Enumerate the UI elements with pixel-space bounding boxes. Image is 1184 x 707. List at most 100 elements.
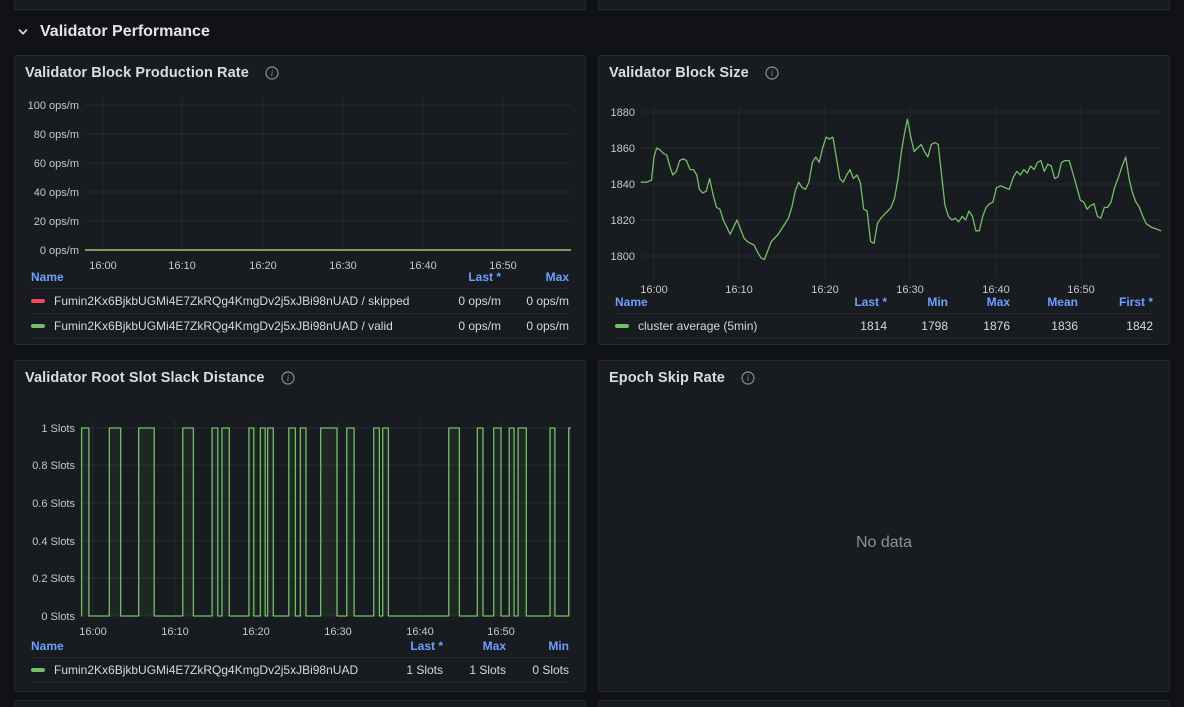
legend-value: 1836 xyxy=(1010,319,1078,333)
section-row-validator-performance[interactable]: Validator Performance xyxy=(16,22,210,42)
svg-text:i: i xyxy=(747,373,750,383)
svg-text:i: i xyxy=(286,373,289,383)
y-axis-labels: 1 Slots 0.8 Slots 0.6 Slots 0.4 Slots 0.2 Sl… xyxy=(32,423,75,623)
y-tick-label: 0.2 Slots xyxy=(32,573,75,585)
legend-col-min[interactable]: Min xyxy=(506,639,569,653)
legend-col-name[interactable]: Name xyxy=(615,295,827,309)
panel-validator-block-size: Validator Block Size i 18801860184018201… xyxy=(598,55,1170,345)
panel-header: Validator Block Size i xyxy=(599,56,1169,90)
series-name[interactable]: cluster average (5min) xyxy=(638,319,757,333)
y-tick-label: 0 Slots xyxy=(41,611,75,623)
y-tick-label: 1800 xyxy=(611,251,635,263)
y-tick-label: 40 ops/m xyxy=(34,187,79,199)
legend-col-last[interactable]: Last * xyxy=(437,270,501,284)
legend-col-max[interactable]: Max xyxy=(948,295,1010,309)
info-icon-glyph: i xyxy=(765,66,779,80)
legend-col-last[interactable]: Last * xyxy=(827,295,887,309)
y-tick-label: 60 ops/m xyxy=(34,158,79,170)
legend-root-slot-slack: NameLast *MaxMin Fumin2Kx6BjkbUGMi4E7ZkRQ… xyxy=(31,635,569,683)
legend-value: 0 ops/m xyxy=(437,319,501,333)
legend-col-name[interactable]: Name xyxy=(31,639,379,653)
series-line xyxy=(641,119,1161,259)
grafana-dashboard: Validator Performance Validator Block Pr… xyxy=(0,0,1184,707)
legend-col-name[interactable]: Name xyxy=(31,270,437,284)
info-icon[interactable]: i xyxy=(265,66,279,80)
legend-col-mean[interactable]: Mean xyxy=(1010,295,1078,309)
info-icon[interactable]: i xyxy=(281,371,295,385)
y-tick-label: 0.8 Slots xyxy=(32,460,75,472)
y-tick-label: 0.6 Slots xyxy=(32,498,75,510)
svg-text:i: i xyxy=(771,68,774,78)
y-tick-label: 1840 xyxy=(611,179,635,191)
y-axis-labels: 100 ops/m 80 ops/m 60 ops/m 40 ops/m 20 ops/… xyxy=(28,100,79,257)
y-tick-label: 1820 xyxy=(611,215,635,227)
svg-text:i: i xyxy=(271,68,274,78)
legend-col-first[interactable]: First * xyxy=(1078,295,1153,309)
legend-value: 1876 xyxy=(948,319,1010,333)
series-swatch xyxy=(615,324,629,328)
info-icon-glyph: i xyxy=(281,371,295,385)
legend-block-production-rate: NameLast *Max Fumin2Kx6BjkbUGMi4E7ZkRQg4K… xyxy=(31,266,569,339)
panel-title[interactable]: Validator Block Production Rate xyxy=(25,65,249,81)
legend-row: Fumin2Kx6BjkbUGMi4E7ZkRQg4KmgDv2j5xJBi98… xyxy=(31,657,569,683)
series-lines xyxy=(81,428,571,616)
panel-title[interactable]: Validator Root Slot Slack Distance xyxy=(25,370,265,386)
info-icon[interactable]: i xyxy=(765,66,779,80)
panel-partial-top-left xyxy=(14,0,586,10)
y-tick-label: 1880 xyxy=(611,107,635,119)
legend-row: Fumin2Kx6BjkbUGMi4E7ZkRQg4KmgDv2j5xJBi98… xyxy=(31,313,569,339)
legend-value: 1798 xyxy=(887,319,948,333)
y-tick-label: 0 ops/m xyxy=(40,245,79,257)
series-lines xyxy=(641,119,1161,259)
panel-epoch-skip-rate: Epoch Skip Rate i No data xyxy=(598,360,1170,692)
panel-title[interactable]: Epoch Skip Rate xyxy=(609,370,725,386)
y-tick-label: 100 ops/m xyxy=(28,100,79,112)
y-axis-labels: 1880 1860 1840 1820 1800 xyxy=(611,107,635,263)
legend-col-last[interactable]: Last * xyxy=(379,639,443,653)
legend-value: 0 Slots xyxy=(506,663,569,677)
legend-header: NameLast *MinMaxMeanFirst * xyxy=(615,291,1153,313)
section-title: Validator Performance xyxy=(40,23,210,41)
panel-header: Validator Root Slot Slack Distance i xyxy=(15,361,585,395)
series-swatch xyxy=(31,299,45,303)
panel-header: Epoch Skip Rate i xyxy=(599,361,1169,395)
info-icon[interactable]: i xyxy=(741,371,755,385)
legend-value: 1814 xyxy=(827,319,887,333)
legend-col-max[interactable]: Max xyxy=(501,270,569,284)
info-icon-glyph: i xyxy=(265,66,279,80)
series-swatch xyxy=(31,668,45,672)
y-tick-label: 1 Slots xyxy=(41,423,75,435)
legend-value: 1842 xyxy=(1078,319,1153,333)
legend-col-min[interactable]: Min xyxy=(887,295,948,309)
legend-col-max[interactable]: Max xyxy=(443,639,506,653)
chevron-down-icon xyxy=(16,25,30,39)
legend-row: Fumin2Kx6BjkbUGMi4E7ZkRQg4KmgDv2j5xJBi98… xyxy=(31,288,569,313)
legend-value: 0 ops/m xyxy=(437,294,501,308)
grid-lines xyxy=(641,107,1161,279)
series-name[interactable]: Fumin2Kx6BjkbUGMi4E7ZkRQg4KmgDv2j5xJBi98… xyxy=(54,319,393,333)
panel-partial-bottom-left xyxy=(14,700,586,707)
legend-header: NameLast *MaxMin xyxy=(31,635,569,657)
series-name[interactable]: Fumin2Kx6BjkbUGMi4E7ZkRQg4KmgDv2j5xJBi98… xyxy=(54,294,409,308)
y-tick-label: 1860 xyxy=(611,143,635,155)
legend-value: 1 Slots xyxy=(443,663,506,677)
no-data-message: No data xyxy=(599,395,1169,691)
series-swatch xyxy=(31,324,45,328)
series-name[interactable]: Fumin2Kx6BjkbUGMi4E7ZkRQg4KmgDv2j5xJBi98… xyxy=(54,663,358,677)
panel-header: Validator Block Production Rate i xyxy=(15,56,585,90)
legend-value: 0 ops/m xyxy=(501,319,569,333)
panel-root-slot-slack-distance: Validator Root Slot Slack Distance i 1 S… xyxy=(14,360,586,692)
legend-row: cluster average (5min) 181417981876183618… xyxy=(615,313,1153,339)
panel-partial-bottom-right xyxy=(598,700,1170,707)
legend-value: 0 ops/m xyxy=(501,294,569,308)
y-tick-label: 80 ops/m xyxy=(34,129,79,141)
info-icon-glyph: i xyxy=(741,371,755,385)
panel-title[interactable]: Validator Block Size xyxy=(609,65,749,81)
y-tick-label: 0.4 Slots xyxy=(32,536,75,548)
panel-validator-block-production-rate: Validator Block Production Rate i 100 op… xyxy=(14,55,586,345)
legend-header: NameLast *Max xyxy=(31,266,569,288)
legend-block-size: NameLast *MinMaxMeanFirst *cluster avera… xyxy=(615,291,1153,339)
panel-partial-top-right xyxy=(598,0,1170,10)
y-tick-label: 20 ops/m xyxy=(34,216,79,228)
legend-value: 1 Slots xyxy=(379,663,443,677)
